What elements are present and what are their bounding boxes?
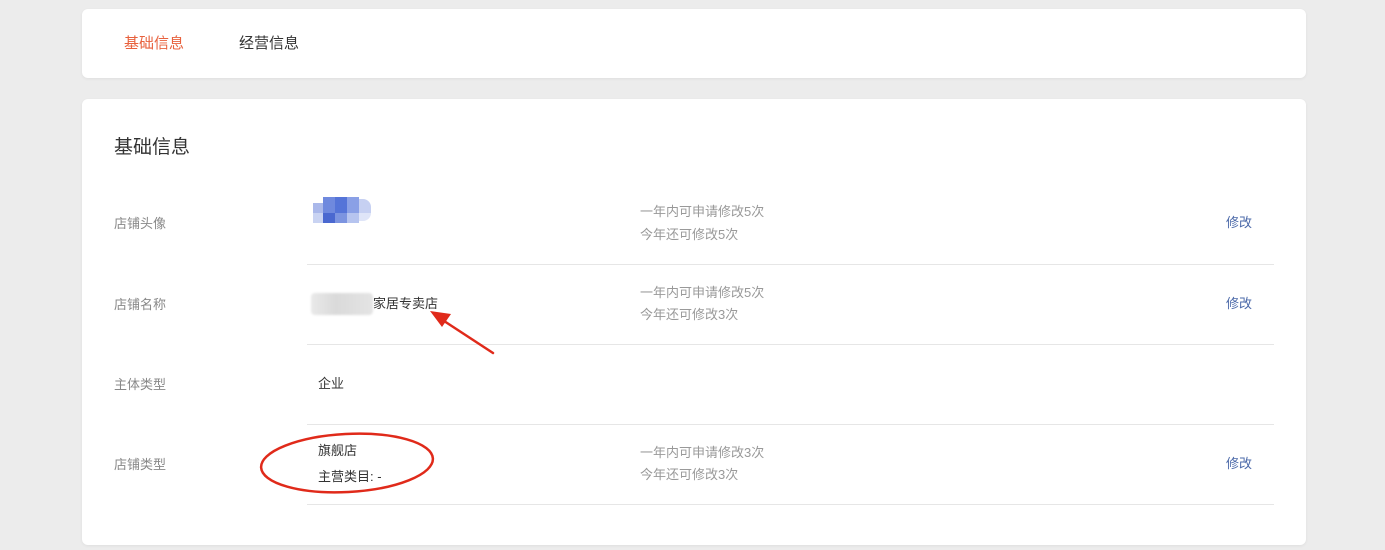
section-title: 基础信息 (114, 137, 191, 158)
row-shop-avatar: 店铺头像 一年内可申请修改5次 今年还可修改5次 修改 (82, 185, 1306, 265)
limit-hint: 一年内可申请修改5次 (640, 204, 765, 219)
tab-business-info[interactable]: 经营信息 (239, 33, 299, 55)
row-label: 店铺名称 (114, 297, 167, 312)
shop-type-value: 旗舰店 (318, 443, 358, 458)
remaining-hint: 今年还可修改5次 (640, 227, 739, 242)
row-shop-name: 店铺名称 家居专卖店 一年内可申请修改5次 今年还可修改3次 修改 (82, 265, 1306, 345)
row-shop-type: 店铺类型 旗舰店 主营类目: - 一年内可申请修改3次 今年还可修改3次 修改 (82, 425, 1306, 505)
shop-avatar (313, 197, 371, 223)
basic-info-panel: 基础信息 店铺头像 一年内可申请修改5次 今年还可修改5次 修改 店铺名称 家居… (82, 99, 1306, 545)
blurred-name-prefix (311, 293, 373, 315)
tab-bar: 基础信息 经营信息 (82, 9, 1306, 78)
edit-avatar-link[interactable]: 修改 (1226, 213, 1252, 233)
entity-type-value: 企业 (318, 376, 345, 391)
remaining-hint: 今年还可修改3次 (640, 307, 739, 322)
row-label: 主体类型 (114, 377, 167, 392)
tab-basic-info[interactable]: 基础信息 (124, 33, 184, 55)
edit-name-link[interactable]: 修改 (1226, 294, 1252, 314)
row-label: 店铺头像 (114, 216, 167, 231)
remaining-hint: 今年还可修改3次 (640, 467, 739, 482)
row-label: 店铺类型 (114, 457, 167, 472)
edit-shop-type-link[interactable]: 修改 (1226, 454, 1252, 474)
row-divider (307, 504, 1274, 505)
limit-hint: 一年内可申请修改5次 (640, 285, 765, 300)
limit-hint: 一年内可申请修改3次 (640, 445, 765, 460)
row-entity-type: 主体类型 企业 (82, 345, 1306, 425)
main-category-value: 主营类目: - (318, 469, 382, 484)
shop-name-value: 家居专卖店 (373, 296, 439, 311)
